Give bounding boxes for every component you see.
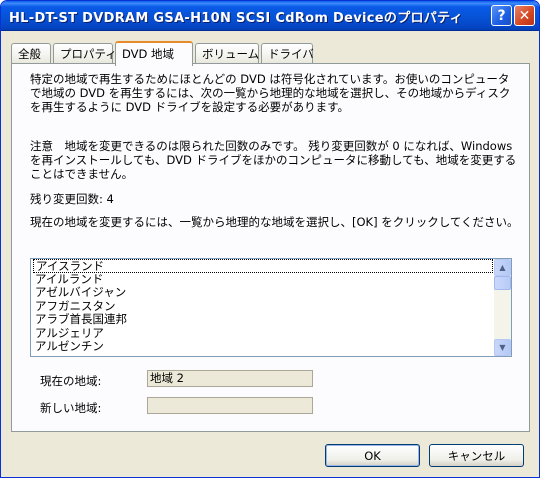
chevron-up-icon: ▲ (499, 263, 506, 272)
warning-note: 注意 地域を変更できるのは限られた回数のみです。 残り変更回数が 0 になれば、… (30, 139, 517, 181)
current-region-field: 地域 2 (147, 370, 313, 387)
tab-general[interactable]: 全般 (11, 43, 51, 64)
current-region-label: 現在の地域: (40, 374, 102, 388)
cancel-button[interactable]: キャンセル (429, 444, 524, 467)
dvd-region-panel: 特定の地域で再生するためにほとんどの DVD は符号化されています。お使いのコン… (11, 63, 530, 432)
help-icon: ? (497, 7, 506, 24)
list-item[interactable]: アフガニスタン (33, 299, 493, 314)
tab-volume[interactable]: ボリューム (195, 43, 259, 64)
list-item[interactable]: アゼルバイジャン (33, 286, 493, 300)
intro-text: 特定の地域で再生するためにほとんどの DVD は符号化されています。お使いのコン… (30, 72, 511, 114)
instruction-text: 現在の地域を変更するには、一覧から地理的な地域を選択し、[OK] をクリックして… (30, 215, 519, 229)
list-item[interactable]: アイルランド (33, 272, 493, 287)
list-item[interactable]: アラブ首長国連邦 (33, 313, 493, 327)
list-item[interactable]: アイスランド (33, 259, 493, 273)
list-item[interactable]: アルジェリア (33, 326, 493, 341)
ok-button[interactable]: OK (325, 444, 420, 467)
scroll-up-button[interactable]: ▲ (494, 259, 511, 276)
list-item[interactable]: アルゼンチン (33, 340, 493, 354)
chevron-down-icon: ▼ (499, 343, 506, 352)
region-list[interactable]: アイスランド アイルランド アゼルバイジャン アフガニスタン アラブ首長国連邦 … (30, 258, 512, 357)
vertical-scrollbar[interactable]: ▲ ▼ (494, 259, 511, 356)
title-bar[interactable]: HL-DT-ST DVDRAM GSA-H10N SCSI CdRom Devi… (1, 1, 539, 31)
scroll-thumb[interactable] (494, 276, 511, 290)
tab-properties[interactable]: プロパティ (53, 43, 117, 64)
close-button[interactable]: ✕ (514, 5, 535, 26)
scroll-down-button[interactable]: ▼ (494, 339, 511, 356)
window-title: HL-DT-ST DVDRAM GSA-H10N SCSI CdRom Devi… (9, 11, 463, 26)
help-button[interactable]: ? (491, 5, 512, 26)
close-icon: ✕ (518, 7, 531, 24)
new-region-label: 新しい地域: (40, 401, 102, 415)
properties-window: HL-DT-ST DVDRAM GSA-H10N SCSI CdRom Devi… (0, 0, 540, 478)
tab-driver[interactable]: ドライバ (261, 43, 314, 64)
remaining-changes: 残り変更回数: 4 (30, 192, 114, 206)
tab-dvd-region[interactable]: DVD 地域 (115, 41, 193, 66)
new-region-field (147, 397, 313, 414)
